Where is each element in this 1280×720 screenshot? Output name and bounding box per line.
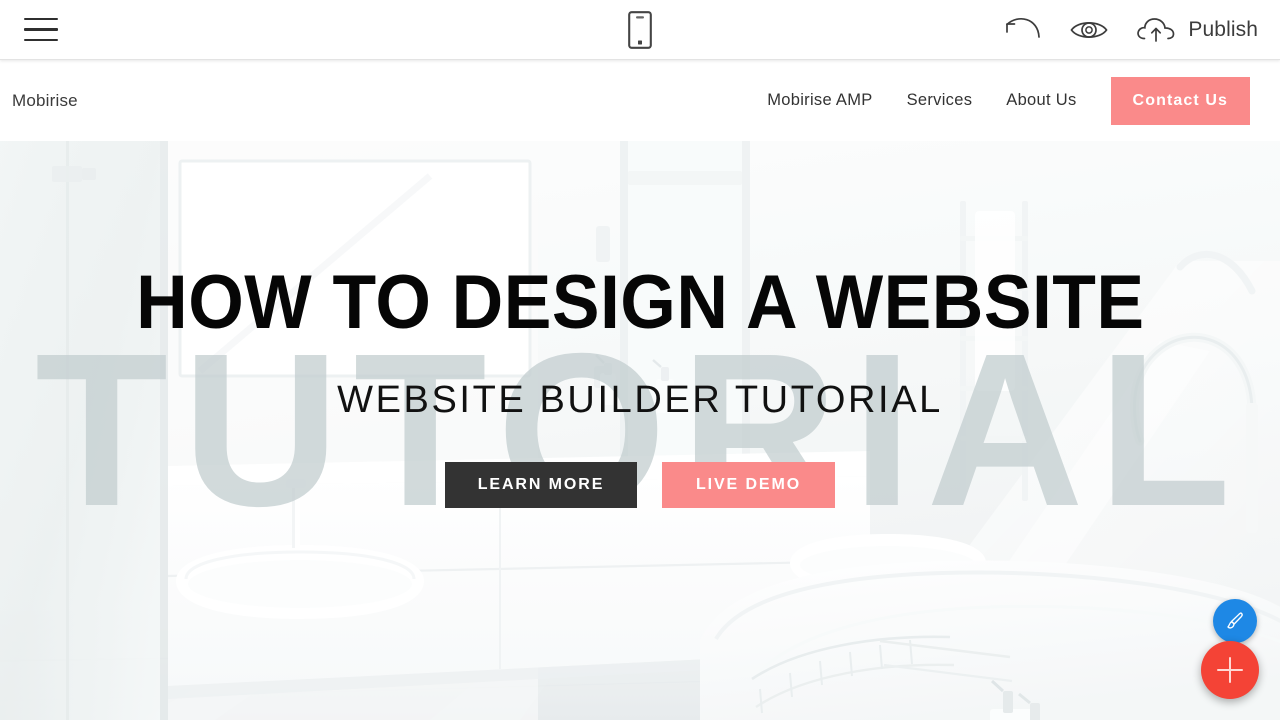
- publish-label: Publish: [1188, 17, 1258, 41]
- hamburger-menu-icon[interactable]: [24, 17, 58, 42]
- learn-more-button[interactable]: LEARN MORE: [445, 462, 637, 508]
- nav-link-services[interactable]: Services: [907, 91, 973, 110]
- hero-content: HOW TO DESIGN A WEBSITE WEBSITE BUILDER …: [0, 141, 1280, 720]
- toolbar-actions: Publish: [1002, 14, 1258, 46]
- editor-toolbar: Publish: [0, 0, 1280, 60]
- eye-preview-icon[interactable]: [1068, 15, 1110, 45]
- live-demo-button[interactable]: LIVE DEMO: [662, 462, 835, 508]
- paintbrush-icon[interactable]: [1213, 599, 1257, 643]
- cloud-upload-icon: [1134, 14, 1178, 46]
- mobile-device-icon[interactable]: [628, 10, 652, 49]
- publish-button[interactable]: Publish: [1134, 14, 1258, 46]
- hero-section[interactable]: TUTORIAL HOW TO DESIGN A WEBSITE WEBSITE…: [0, 141, 1280, 720]
- plus-icon: [1228, 657, 1232, 683]
- hamburger-bar: [24, 39, 58, 42]
- undo-arrow-icon[interactable]: [1002, 15, 1044, 45]
- hamburger-bar: [24, 28, 58, 31]
- site-nav-links: Mobirise AMP Services About Us Contact U…: [767, 60, 1280, 141]
- site-navbar: Mobirise Mobirise AMP Services About Us …: [0, 60, 1280, 141]
- mobirise-editor-window: Publish Mobirise Mobirise AMP Services A…: [0, 0, 1280, 720]
- hero-title: HOW TO DESIGN A WEBSITE: [135, 260, 1145, 345]
- add-block-button[interactable]: [1201, 641, 1259, 699]
- hero-subtitle: WEBSITE BUILDER TUTORIAL: [337, 379, 943, 421]
- site-brand-logo[interactable]: Mobirise: [12, 91, 78, 111]
- nav-contact-us-button[interactable]: Contact Us: [1110, 76, 1250, 125]
- nav-link-mobirise-amp[interactable]: Mobirise AMP: [767, 91, 872, 110]
- hero-buttons: LEARN MORE LIVE DEMO: [445, 462, 835, 508]
- hamburger-bar: [24, 17, 58, 20]
- nav-link-about-us[interactable]: About Us: [1006, 91, 1076, 110]
